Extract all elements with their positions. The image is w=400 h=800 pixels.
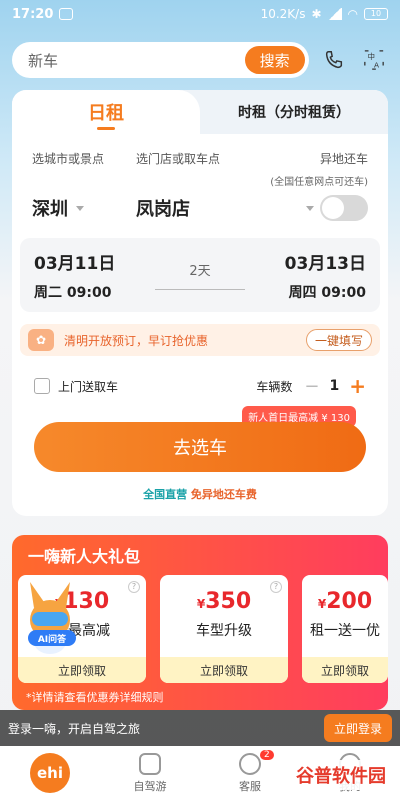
notification-badge: 2 (260, 750, 274, 760)
help-icon[interactable]: ? (128, 581, 140, 593)
promo-banner[interactable]: ✿ 清明开放预订，早订抢优惠 一键填写 (20, 324, 380, 356)
date-picker[interactable]: 03月11日 周二 09:00 2天 03月13日 周四 09:00 (20, 238, 380, 312)
door-delivery-label: 上门送取车 (58, 379, 119, 394)
return-datetime[interactable]: 03月13日 周四 09:00 (285, 249, 366, 302)
search-button[interactable]: 搜索 (244, 46, 305, 74)
vehicle-count-label: 车辆数 (256, 379, 293, 394)
store-selector[interactable]: 凤岗店 (136, 195, 298, 221)
rental-duration: 2天 (115, 260, 284, 290)
location-labels: 选城市或景点 选门店或取车点 异地还车 (12, 134, 388, 167)
return-note: (全国任意网点可还车) (270, 177, 368, 188)
coupon-desc: 租一送一优 (310, 623, 380, 639)
city-value: 深圳 (32, 199, 68, 220)
slogan-part2: 免异地还车费 (190, 488, 257, 501)
car-icon (139, 752, 161, 775)
coupon-card[interactable]: ¥200 租一送一优 立即领取 (302, 575, 388, 683)
ehi-logo-icon: ehi (30, 753, 70, 793)
chevron-down-icon (76, 205, 84, 211)
city-selector[interactable]: 深圳 (32, 195, 136, 221)
nav-label: 自驾游 (133, 779, 167, 793)
claim-button[interactable]: 立即领取 (18, 657, 146, 683)
wifi-icon: ◠ (347, 7, 358, 21)
svg-text:A: A (374, 60, 379, 69)
store-label: 选门店或取车点 (136, 152, 221, 166)
promo-text: 清明开放预订，早订抢优惠 (64, 333, 209, 348)
coupon-desc: 车型升级 (196, 623, 252, 639)
nav-label: 客服 (239, 779, 261, 793)
nav-item-support[interactable]: 客服 2 (200, 746, 300, 800)
return-label: 异地还车 (319, 152, 368, 166)
coupon-card[interactable]: ? ¥350 车型升级 立即领取 (160, 575, 288, 683)
increment-button[interactable]: + (349, 374, 366, 398)
coupon-amount: ¥350 (196, 589, 252, 614)
chevron-down-icon (306, 205, 314, 211)
watermark: 谷普软件园 (290, 760, 392, 790)
slogan-part1: 全国直营 (143, 488, 188, 501)
login-button[interactable]: 立即登录 (323, 714, 392, 742)
location-row: 深圳 凤岗店 (12, 190, 388, 226)
login-text: 登录一嗨，开启自驾之旅 (8, 721, 141, 736)
store-value: 凤岗店 (136, 199, 190, 220)
city-label: 选城市或景点 (32, 152, 105, 166)
duration-arrow-icon (155, 289, 245, 290)
signal-icon (327, 8, 342, 20)
select-car-button[interactable]: 去选车 (34, 422, 366, 472)
decrement-button[interactable]: − (304, 376, 319, 397)
status-bar: 17:20 10.2K/s ✱ ◠ 10 (0, 0, 400, 28)
coupon-amount: ¥200 (317, 589, 373, 614)
nav-item-home[interactable]: ehi (0, 746, 100, 800)
duration-value: 2天 (189, 264, 211, 279)
ai-chat-tag[interactable]: AI问答 (28, 630, 76, 646)
tab-hourly[interactable]: 时租（分时租赁） (200, 90, 388, 134)
login-banner: 登录一嗨，开启自驾之旅 立即登录 (0, 710, 400, 746)
search-input[interactable]: 新车 搜索 (12, 42, 309, 78)
slogan: 全国直营 免异地还车费 (12, 486, 388, 502)
rental-tabs: 日租 时租（分时租赁） (12, 90, 388, 134)
nav-item-road-trip[interactable]: 自驾游 (100, 746, 200, 800)
phone-icon[interactable] (321, 46, 349, 74)
pickup-date: 03月11日 (34, 253, 116, 274)
bluetooth-icon: ✱ (311, 7, 322, 21)
promo-icon: ✿ (28, 329, 54, 351)
pickup-datetime[interactable]: 03月11日 周二 09:00 (34, 249, 115, 302)
return-time: 周四 09:00 (288, 284, 366, 301)
battery-icon: 10 (364, 8, 388, 20)
options-row: 上门送取车 车辆数 − 1 + (12, 374, 388, 398)
translate-icon[interactable]: 中A (360, 46, 388, 74)
clock: 17:20 (12, 6, 54, 22)
status-icons: 10.2K/s ✱ ◠ 10 (261, 7, 388, 21)
vehicle-count: 1 (329, 378, 340, 394)
tab-daily[interactable]: 日租 (12, 90, 200, 134)
claim-button[interactable]: 立即领取 (302, 657, 388, 683)
claim-button[interactable]: 立即领取 (160, 657, 288, 683)
toggle-knob (322, 197, 344, 219)
search-row: 新车 搜索 中A (12, 42, 388, 78)
gift-rules[interactable]: *详情请查看优惠券详细规则 (26, 689, 164, 705)
headset-icon (239, 752, 261, 775)
door-delivery-checkbox[interactable] (34, 378, 50, 394)
booking-card: 日租 时租（分时租赁） 选城市或景点 选门店或取车点 异地还车 (全国任意网点可… (12, 90, 388, 516)
pickup-time: 周二 09:00 (34, 284, 112, 301)
return-toggle[interactable] (320, 195, 368, 221)
gift-title: 一嗨新人大礼包 (28, 547, 141, 566)
network-speed: 10.2K/s (260, 7, 306, 21)
quick-fill-button[interactable]: 一键填写 (305, 329, 372, 351)
return-date: 03月13日 (284, 253, 366, 274)
mascot-icon[interactable] (22, 580, 78, 660)
search-placeholder: 新车 (28, 51, 59, 70)
help-icon[interactable]: ? (270, 581, 282, 593)
message-icon (59, 8, 74, 20)
